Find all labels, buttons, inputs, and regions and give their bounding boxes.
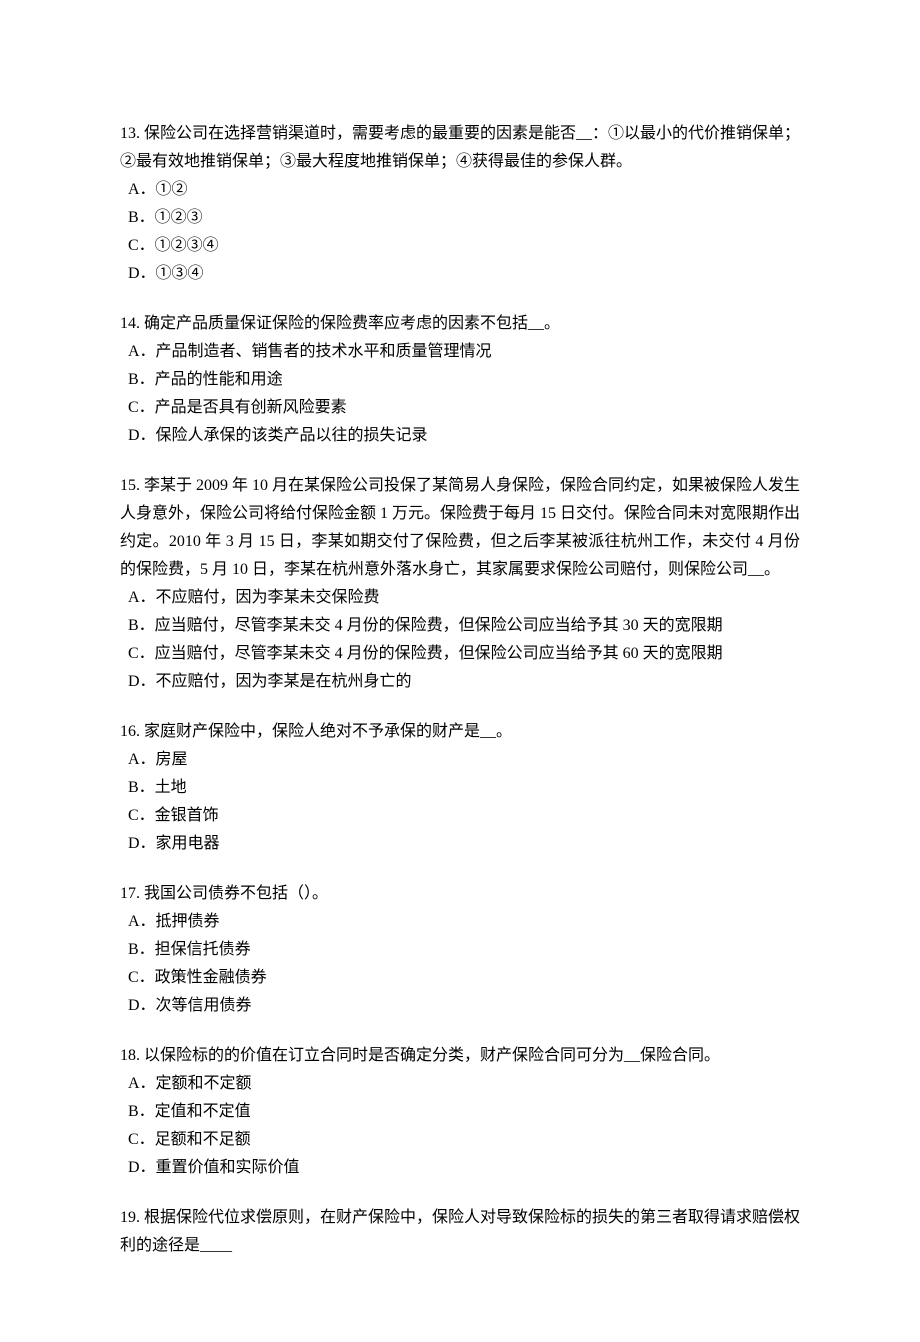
options: A．抵押债券 B．担保信托债券 C．政策性金融债券 D．次等信用债券 [120, 908, 800, 1020]
option-d: D．保险人承保的该类产品以往的损失记录 [128, 422, 800, 450]
question-text: 14. 确定产品质量保证保险的保险费率应考虑的因素不包括__。 [120, 310, 800, 338]
question-text: 18. 以保险标的的价值在订立合同时是否确定分类，财产保险合同可分为__保险合同… [120, 1042, 800, 1070]
question-text: 15. 李某于 2009 年 10 月在某保险公司投保了某简易人身保险，保险合同… [120, 472, 800, 584]
option-c: C．应当赔付，尽管李某未交 4 月份的保险费，但保险公司应当给予其 60 天的宽… [128, 640, 800, 668]
question-number: 19. [120, 1209, 140, 1226]
option-b: B．产品的性能和用途 [128, 366, 800, 394]
question-number: 14. [120, 315, 140, 332]
option-c: C．金银首饰 [128, 802, 800, 830]
option-c: C．足额和不足额 [128, 1126, 800, 1154]
question-15: 15. 李某于 2009 年 10 月在某保险公司投保了某简易人身保险，保险合同… [120, 472, 800, 696]
option-a: A．①② [128, 176, 800, 204]
option-c: C．①②③④ [128, 232, 800, 260]
question-body: 确定产品质量保证保险的保险费率应考虑的因素不包括__。 [144, 315, 560, 332]
option-b: B．定值和不定值 [128, 1098, 800, 1126]
option-c: C．产品是否具有创新风险要素 [128, 394, 800, 422]
options: A．房屋 B．土地 C．金银首饰 D．家用电器 [120, 746, 800, 858]
option-a: A．抵押债券 [128, 908, 800, 936]
question-text: 16. 家庭财产保险中，保险人绝对不予承保的财产是__。 [120, 718, 800, 746]
question-body: 李某于 2009 年 10 月在某保险公司投保了某简易人身保险，保险合同约定，如… [120, 477, 800, 578]
question-17: 17. 我国公司债券不包括（）。 A．抵押债券 B．担保信托债券 C．政策性金融… [120, 880, 800, 1020]
question-text: 13. 保险公司在选择营销渠道时，需要考虑的最重要的因素是能否__：①以最小的代… [120, 120, 800, 176]
question-14: 14. 确定产品质量保证保险的保险费率应考虑的因素不包括__。 A．产品制造者、… [120, 310, 800, 450]
question-body: 保险公司在选择营销渠道时，需要考虑的最重要的因素是能否__：①以最小的代价推销保… [120, 125, 800, 170]
options: A．不应赔付，因为李某未交保险费 B．应当赔付，尽管李某未交 4 月份的保险费，… [120, 584, 800, 696]
question-number: 18. [120, 1047, 140, 1064]
question-19: 19. 根据保险代位求偿原则，在财产保险中，保险人对导致保险标的损失的第三者取得… [120, 1204, 800, 1260]
question-text: 17. 我国公司债券不包括（）。 [120, 880, 800, 908]
question-number: 16. [120, 723, 140, 740]
option-d: D．①③④ [128, 260, 800, 288]
question-16: 16. 家庭财产保险中，保险人绝对不予承保的财产是__。 A．房屋 B．土地 C… [120, 718, 800, 858]
option-b: B．①②③ [128, 204, 800, 232]
option-a: A．定额和不定额 [128, 1070, 800, 1098]
question-number: 15. [120, 477, 140, 494]
question-text: 19. 根据保险代位求偿原则，在财产保险中，保险人对导致保险标的损失的第三者取得… [120, 1204, 800, 1260]
options: A．①② B．①②③ C．①②③④ D．①③④ [120, 176, 800, 288]
options: A．产品制造者、销售者的技术水平和质量管理情况 B．产品的性能和用途 C．产品是… [120, 338, 800, 450]
page-content: 13. 保险公司在选择营销渠道时，需要考虑的最重要的因素是能否__：①以最小的代… [0, 0, 920, 1342]
question-18: 18. 以保险标的的价值在订立合同时是否确定分类，财产保险合同可分为__保险合同… [120, 1042, 800, 1182]
option-c: C．政策性金融债券 [128, 964, 800, 992]
question-body: 以保险标的的价值在订立合同时是否确定分类，财产保险合同可分为__保险合同。 [144, 1047, 720, 1064]
option-a: A．不应赔付，因为李某未交保险费 [128, 584, 800, 612]
option-b: B．担保信托债券 [128, 936, 800, 964]
option-d: D．家用电器 [128, 830, 800, 858]
options: A．定额和不定额 B．定值和不定值 C．足额和不足额 D．重置价值和实际价值 [120, 1070, 800, 1182]
question-13: 13. 保险公司在选择营销渠道时，需要考虑的最重要的因素是能否__：①以最小的代… [120, 120, 800, 288]
question-body: 家庭财产保险中，保险人绝对不予承保的财产是__。 [144, 723, 512, 740]
question-number: 13. [120, 125, 140, 142]
option-b: B．应当赔付，尽管李某未交 4 月份的保险费，但保险公司应当给予其 30 天的宽… [128, 612, 800, 640]
option-b: B．土地 [128, 774, 800, 802]
option-d: D．次等信用债券 [128, 992, 800, 1020]
question-body: 根据保险代位求偿原则，在财产保险中，保险人对导致保险标的损失的第三者取得请求赔偿… [120, 1209, 800, 1254]
question-number: 17. [120, 885, 140, 902]
question-body: 我国公司债券不包括（）。 [144, 885, 328, 902]
option-d: D．不应赔付，因为李某是在杭州身亡的 [128, 668, 800, 696]
option-d: D．重置价值和实际价值 [128, 1154, 800, 1182]
option-a: A．房屋 [128, 746, 800, 774]
option-a: A．产品制造者、销售者的技术水平和质量管理情况 [128, 338, 800, 366]
